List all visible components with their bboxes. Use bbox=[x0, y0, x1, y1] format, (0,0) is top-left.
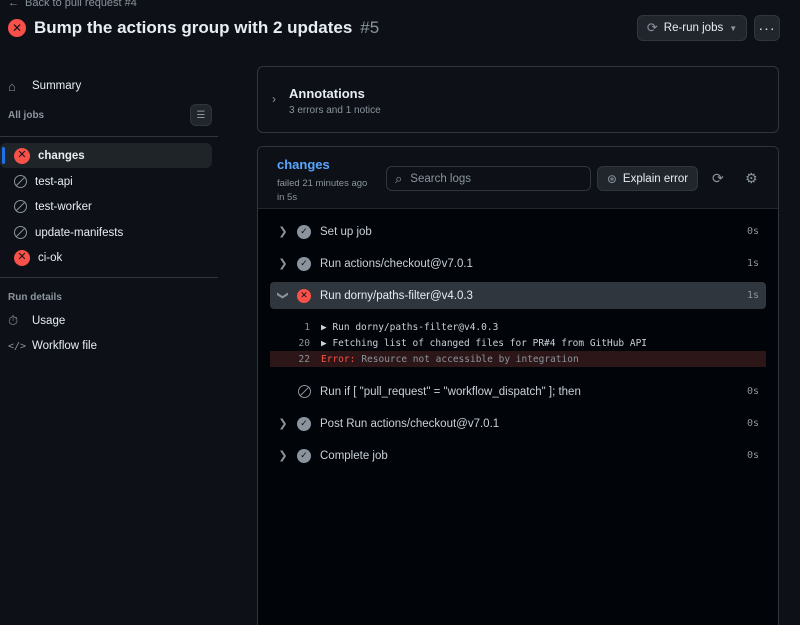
sidebar-item-usage[interactable]: ⏱ Usage bbox=[8, 309, 65, 333]
skipped-icon bbox=[14, 200, 27, 213]
check-circle-icon: ✓ bbox=[297, 224, 311, 239]
job-label: test-api bbox=[35, 175, 73, 188]
skipped-icon bbox=[297, 385, 311, 398]
step-duration: 1s bbox=[746, 258, 759, 269]
check-circle-icon: ✓ bbox=[297, 416, 311, 431]
job-label: update-manifests bbox=[35, 226, 124, 239]
search-icon: ⌕ bbox=[395, 170, 403, 186]
log-step-set-up-job[interactable]: ❯ ✓ Set up job 0s bbox=[270, 218, 766, 245]
annotations-summary: 3 errors and 1 notice bbox=[289, 105, 381, 116]
rerun-jobs-button[interactable]: ⟳ Re-run jobs ▼ bbox=[637, 15, 747, 41]
skipped-icon bbox=[14, 226, 27, 239]
stopwatch-icon: ⏱ bbox=[8, 313, 19, 328]
skipped-icon bbox=[14, 175, 27, 188]
x-circle-icon: ✕ bbox=[14, 249, 30, 266]
step-name: Post Run actions/checkout@v7.0.1 bbox=[320, 417, 500, 430]
filter-icon: ☰ bbox=[196, 109, 206, 121]
gear-icon[interactable]: ⚙ bbox=[745, 170, 758, 187]
x-circle-icon: ✕ bbox=[8, 19, 26, 37]
log-line-error[interactable]: 22 Error: Resource not accessible by int… bbox=[270, 351, 766, 367]
job-duration-line: in 5s bbox=[277, 192, 298, 203]
step-duration: 0s bbox=[746, 418, 759, 429]
log-line-number: 22 bbox=[298, 353, 310, 365]
search-logs-placeholder: Search logs bbox=[410, 172, 472, 185]
explain-error-button[interactable]: ⊛ Explain error bbox=[597, 166, 698, 191]
x-circle-icon: ✕ bbox=[297, 288, 311, 303]
sidebar-item-workflow-file[interactable]: </> Workflow file bbox=[8, 334, 97, 358]
x-circle-icon: ✕ bbox=[14, 147, 30, 164]
log-step-checkout[interactable]: ❯ ✓ Run actions/checkout@v7.0.1 1s bbox=[270, 250, 766, 277]
search-logs-input[interactable]: ⌕ Search logs bbox=[386, 166, 591, 191]
step-duration: 0s bbox=[746, 450, 759, 461]
page-title: ✕ Bump the actions group with 2 updates … bbox=[8, 18, 379, 38]
log-line-number: 1 bbox=[304, 321, 310, 333]
job-label: test-worker bbox=[35, 200, 92, 213]
sidebar-workflow-file-label: Workflow file bbox=[32, 340, 97, 352]
all-jobs-heading: All jobs bbox=[8, 110, 45, 121]
chevron-right-icon[interactable]: › bbox=[272, 92, 276, 106]
sync-icon: ⟳ bbox=[646, 20, 658, 35]
chevron-right-icon: ❯ bbox=[278, 226, 288, 238]
chevron-right-icon: ❯ bbox=[278, 418, 288, 430]
log-step-paths-filter[interactable]: ❯ ✕ Run dorny/paths-filter@v4.0.3 1s bbox=[270, 282, 766, 309]
step-duration: 1s bbox=[746, 290, 759, 301]
chevron-right-icon: ❯ bbox=[278, 258, 288, 270]
step-duration: 0s bbox=[746, 386, 759, 397]
step-name: Run if [ "pull_request" = "workflow_disp… bbox=[320, 385, 581, 398]
log-line[interactable]: 20 ▶ Fetching list of changed files for … bbox=[270, 335, 766, 351]
sidebar-job-update-manifests[interactable]: update-manifests bbox=[0, 220, 212, 245]
sidebar-job-test-api[interactable]: test-api bbox=[0, 169, 212, 194]
log-step-run-if[interactable]: Run if [ "pull_request" = "workflow_disp… bbox=[270, 378, 766, 405]
chevron-right-icon: ❯ bbox=[278, 450, 288, 462]
step-duration: 0s bbox=[746, 226, 759, 237]
sidebar-usage-label: Usage bbox=[32, 315, 66, 327]
step-name: Set up job bbox=[320, 225, 372, 238]
annotations-title: Annotations bbox=[289, 86, 365, 101]
job-label: changes bbox=[38, 149, 85, 162]
chevron-down-icon: ❯ bbox=[276, 290, 289, 301]
sidebar-divider bbox=[0, 277, 218, 278]
sidebar-divider bbox=[0, 136, 218, 137]
check-circle-icon: ✓ bbox=[297, 448, 311, 463]
step-name: Complete job bbox=[320, 449, 388, 462]
log-error-prefix: Error: bbox=[321, 353, 356, 365]
caret-down-icon: ▼ bbox=[729, 23, 738, 33]
job-meta: failed 21 minutes ago in 5s bbox=[277, 177, 377, 205]
sync-icon[interactable]: ⟳ bbox=[712, 170, 724, 187]
sidebar-job-test-worker[interactable]: test-worker bbox=[0, 194, 212, 219]
explain-error-label: Explain error bbox=[622, 172, 689, 185]
check-circle-icon: ✓ bbox=[297, 256, 311, 271]
log-line-number: 20 bbox=[298, 337, 310, 349]
rerun-jobs-label: Re-run jobs bbox=[663, 22, 724, 34]
log-step-complete-job[interactable]: ❯ ✓ Complete job 0s bbox=[270, 442, 766, 469]
log-line[interactable]: 1 ▶ Run dorny/paths-filter@v4.0.3 bbox=[270, 319, 766, 335]
home-icon: ⌂ bbox=[8, 78, 16, 94]
arrow-left-icon: ← bbox=[8, 0, 19, 9]
log-line-text: ▶ Run dorny/paths-filter@v4.0.3 bbox=[321, 321, 499, 333]
job-status-line: failed 21 minutes ago bbox=[277, 178, 368, 189]
more-options-button[interactable]: ··· bbox=[754, 15, 780, 41]
run-number: #5 bbox=[360, 18, 380, 37]
back-link-label: Back to pull request #4 bbox=[25, 0, 137, 9]
log-line-text: Resource not accessible by integration bbox=[361, 353, 579, 365]
run-title: Bump the actions group with 2 updates bbox=[34, 18, 353, 37]
step-name: Run dorny/paths-filter@v4.0.3 bbox=[320, 289, 473, 302]
file-code-icon: </> bbox=[8, 340, 27, 352]
sidebar-job-ci-ok[interactable]: ✕ ci-ok bbox=[0, 245, 212, 270]
back-link[interactable]: ← Back to pull request #4 bbox=[8, 0, 137, 9]
log-step-post-checkout[interactable]: ❯ ✓ Post Run actions/checkout@v7.0.1 0s bbox=[270, 410, 766, 437]
sidebar-summary-label: Summary bbox=[32, 80, 82, 92]
sidebar-job-changes[interactable]: ✕ changes bbox=[0, 143, 212, 168]
step-name: Run actions/checkout@v7.0.1 bbox=[320, 257, 473, 270]
sidebar-item-summary[interactable]: ⌂ Summary bbox=[8, 74, 81, 98]
job-label: ci-ok bbox=[38, 251, 63, 264]
filter-jobs-button[interactable]: ☰ bbox=[190, 104, 212, 126]
copilot-icon: ⊛ bbox=[606, 171, 617, 186]
run-details-heading: Run details bbox=[8, 292, 62, 303]
log-line-text: ▶ Fetching list of changed files for PR#… bbox=[321, 337, 648, 349]
job-name-link[interactable]: changes bbox=[277, 157, 330, 172]
